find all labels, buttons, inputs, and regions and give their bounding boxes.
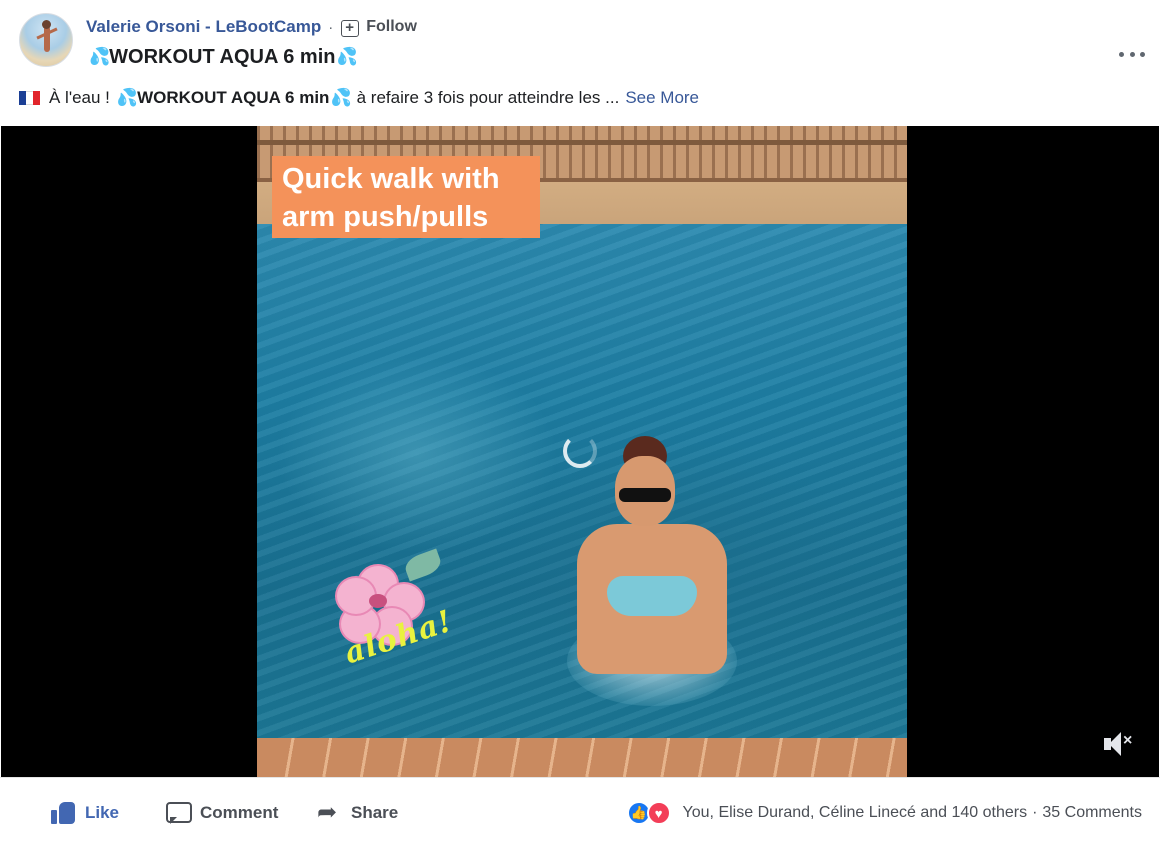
separator-dot: ·: [1032, 804, 1038, 821]
video-caption: Quick walk with arm push/pulls: [272, 156, 540, 238]
comment-bubble-icon: [166, 802, 192, 824]
comment-button[interactable]: Comment: [166, 800, 278, 826]
mute-toggle-icon[interactable]: ×: [1104, 732, 1136, 756]
loading-spinner-icon: [563, 434, 597, 468]
like-button[interactable]: Like: [51, 800, 119, 826]
water-drops-icon: 💦: [89, 47, 110, 66]
desc-bold-text: WORKOUT AQUA 6 min: [137, 88, 330, 107]
author-name-link[interactable]: Valerie Orsoni - LeBootCamp: [86, 17, 321, 37]
follow-plus-icon: [340, 17, 360, 37]
share-button[interactable]: ➦ Share: [317, 800, 398, 826]
see-more-link[interactable]: See More: [625, 88, 699, 108]
water-drops-icon: 💦: [336, 47, 357, 66]
separator-dot: ·: [328, 18, 334, 36]
desc-rest-text: à refaire 3 fois pour atteindre les ...: [356, 88, 620, 107]
post-header: Valerie Orsoni - LeBootCamp · Follow 💦 W…: [0, 0, 1160, 126]
desc-prefix: À l'eau !: [49, 88, 110, 107]
reactors-text[interactable]: You, Elise Durand, Céline Linecé and 140…: [683, 804, 1028, 822]
water-drops-icon: 💦: [116, 88, 138, 107]
author-line: Valerie Orsoni - LeBootCamp · Follow: [86, 16, 417, 38]
author-avatar[interactable]: [19, 13, 73, 67]
share-arrow-icon: ➦: [317, 799, 338, 826]
love-reaction-icon: ♥: [646, 801, 671, 825]
follow-button[interactable]: Follow: [340, 17, 417, 37]
like-label: Like: [85, 803, 120, 822]
water-drops-icon: 💦: [330, 88, 351, 107]
share-label: Share: [351, 803, 399, 822]
post-action-bar: Like Comment ➦ Share 👍 ♥ You, Elise Dura…: [0, 777, 1160, 844]
video-player[interactable]: Quick walk with arm push/pulls aloha! ×: [1, 126, 1159, 777]
france-flag-icon: [19, 91, 40, 105]
comment-label: Comment: [200, 803, 279, 822]
follow-label: Follow: [366, 18, 417, 35]
post-title: 💦 WORKOUT AQUA 6 min 💦: [88, 44, 358, 70]
post-title-text: WORKOUT AQUA 6 min: [109, 45, 336, 68]
video-frame[interactable]: Quick walk with arm push/pulls aloha!: [257, 126, 907, 777]
thumbs-up-icon: [51, 802, 75, 824]
comments-count-link[interactable]: 35 Comments: [1042, 804, 1142, 822]
post-description: À l'eau ! 💦 WORKOUT AQUA 6 min 💦 à refai…: [19, 87, 699, 109]
reaction-icons: 👍 ♥: [626, 801, 677, 825]
reactions-summary[interactable]: 👍 ♥ You, Elise Durand, Céline Linecé and…: [626, 800, 1142, 826]
more-options-icon[interactable]: [1119, 44, 1145, 64]
person-in-pool: [567, 436, 737, 746]
